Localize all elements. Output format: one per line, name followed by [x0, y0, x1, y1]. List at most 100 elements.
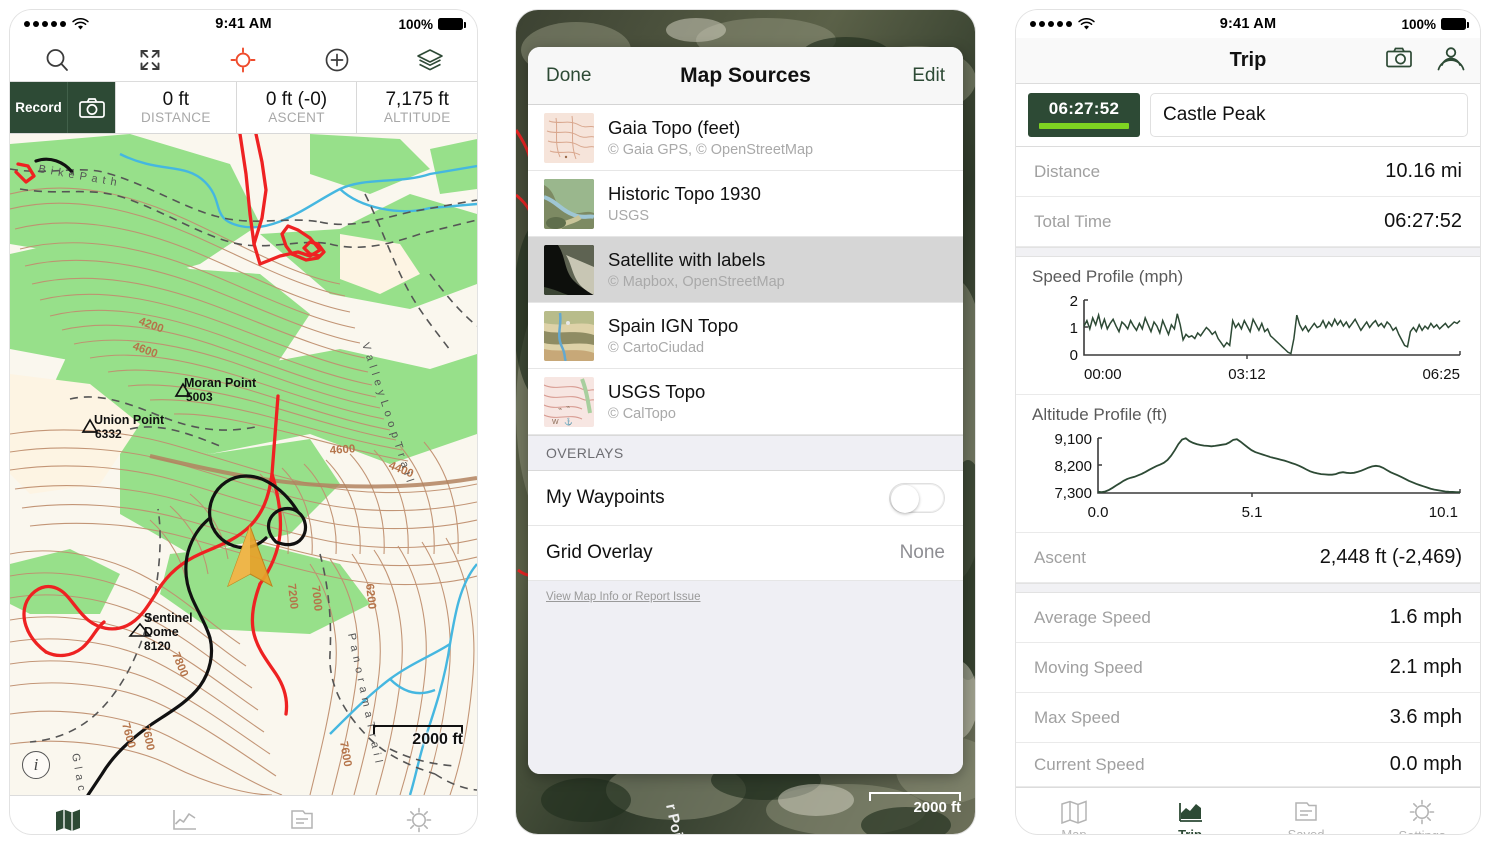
map-scale-bar: 2000 ft — [373, 725, 463, 749]
sidebar-item-settings[interactable]: Settings — [1364, 788, 1480, 834]
alt-ytick-bottom: 7,300 — [1054, 485, 1092, 502]
sheet-header: Done Map Sources Edit — [528, 47, 963, 105]
trip-header: 06:27:52 Castle Peak — [1016, 84, 1480, 147]
alt-xtick-mid: 5.1 — [1242, 504, 1263, 519]
stat-distance-label: DISTANCE — [141, 110, 211, 126]
overlay-row-grid[interactable]: Grid Overlay None — [528, 526, 963, 581]
record-button[interactable]: Record — [10, 82, 67, 133]
stat-ascent: 0 ft (-0) ASCENT — [235, 82, 357, 133]
source-attribution: USGS — [608, 208, 650, 224]
topo-map-canvas[interactable]: Moran Point 5003 Union Point 6332 Sentin… — [10, 134, 477, 795]
svg-text:⚓: ⚓ — [564, 417, 573, 426]
trip-navbar: Trip — [1016, 38, 1480, 84]
layers-icon[interactable] — [402, 40, 458, 80]
speed-ytick-1: 1 — [1070, 320, 1078, 337]
speed-xtick-start: 00:00 — [1084, 366, 1122, 381]
list-item-selected[interactable]: Satellite with labels © Mapbox, OpenStre… — [528, 237, 963, 303]
svg-text:Sentinel: Sentinel — [144, 611, 193, 625]
source-text: Historic Topo 1930 USGS — [608, 183, 761, 224]
page-title: Trip — [1229, 49, 1267, 71]
svg-text:Dome: Dome — [144, 625, 179, 639]
source-name: Satellite with labels — [608, 249, 766, 270]
stat-value: 0.0 mph — [1389, 753, 1462, 775]
locate-icon[interactable] — [215, 40, 271, 80]
speed-ytick-0: 0 — [1070, 347, 1078, 364]
speed-profile-chart[interactable]: Speed Profile (mph) 2 1 0 00:00 03:12 06… — [1016, 257, 1480, 395]
map-info-link[interactable]: View Map Info or Report Issue — [528, 581, 963, 613]
topo-map-graphic: Moran Point 5003 Union Point 6332 Sentin… — [10, 134, 477, 795]
list-item[interactable]: ⌁ ⌁ W ⚓ USGS Topo © CalTopo — [528, 369, 963, 435]
gear-icon — [406, 807, 431, 833]
stat-row-distance: Distance 10.16 mi — [1016, 147, 1480, 197]
stat-label: Moving Speed — [1034, 657, 1143, 677]
alt-xtick-end: 10.1 — [1429, 504, 1458, 519]
navbar-actions — [1384, 45, 1466, 76]
phone-map-screen: 9:41 AM 100% Record 0 ft DISTANCE 0 ft (… — [10, 10, 477, 834]
source-name: USGS Topo — [608, 381, 706, 402]
map-sources-sheet: Done Map Sources Edit Gaia Topo (feet) ©… — [528, 47, 963, 774]
stat-row-total-time: Total Time 06:27:52 — [1016, 197, 1480, 247]
done-button[interactable]: Done — [546, 65, 616, 87]
sidebar-item-trip[interactable]: Trip — [127, 796, 244, 834]
folder-icon — [291, 810, 313, 829]
source-thumbnail — [544, 310, 594, 361]
svg-text:⌁: ⌁ — [558, 406, 562, 413]
list-item[interactable]: Historic Topo 1930 USGS — [528, 171, 963, 237]
phone-map-sources-screen: r Point Rd Done Map Sources Edit — [516, 10, 975, 834]
list-item[interactable]: Gaia Topo (feet) © Gaia GPS, © OpenStree… — [528, 105, 963, 171]
list-item[interactable]: Spain IGN Topo © CartoCiudad — [528, 303, 963, 369]
gear-icon — [1409, 799, 1435, 825]
trip-name-input[interactable]: Castle Peak — [1150, 93, 1468, 137]
svg-text:⌁: ⌁ — [566, 404, 570, 411]
add-icon[interactable] — [309, 40, 365, 80]
map-icon — [1061, 800, 1087, 824]
search-icon[interactable] — [29, 40, 85, 80]
camera-icon[interactable] — [67, 82, 115, 133]
broadcast-icon[interactable] — [1436, 45, 1466, 76]
folder-icon — [1295, 802, 1317, 821]
svg-text:5003: 5003 — [186, 390, 213, 404]
speed-xtick-end: 06:25 — [1422, 366, 1460, 381]
sidebar-item-trip[interactable]: Trip — [1132, 788, 1248, 834]
stat-ascent-label: ASCENT — [268, 110, 325, 126]
overlay-row-waypoints[interactable]: My Waypoints — [528, 471, 963, 526]
overlays-section-header: OVERLAYS — [528, 435, 963, 471]
stat-label: Max Speed — [1034, 707, 1120, 727]
sidebar-item-map[interactable]: Map — [10, 796, 127, 834]
stat-altitude: 7,175 ft ALTITUDE — [356, 82, 477, 133]
stat-distance-value: 0 ft — [162, 88, 190, 110]
source-text: Spain IGN Topo © CartoCiudad — [608, 315, 738, 356]
stat-value: 06:27:52 — [1384, 210, 1462, 232]
sidebar-item-map[interactable]: Map — [1016, 788, 1132, 834]
sidebar-item-saved[interactable]: Saved — [244, 796, 361, 834]
screenshot-stage: 9:41 AM 100% Record 0 ft DISTANCE 0 ft (… — [0, 0, 1496, 844]
status-time: 9:41 AM — [1219, 16, 1277, 32]
sidebar-item-saved[interactable]: Saved — [1248, 788, 1364, 834]
my-waypoints-toggle[interactable] — [889, 483, 945, 513]
trip-timer-badge[interactable]: 06:27:52 — [1028, 93, 1140, 137]
camera-icon[interactable] — [1384, 45, 1414, 76]
source-name: Historic Topo 1930 — [608, 183, 761, 204]
chart-icon — [1179, 803, 1202, 822]
stat-label: Average Speed — [1034, 607, 1151, 627]
speed-chart-graphic: 2 1 0 00:00 03:12 06:25 — [1070, 293, 1461, 383]
map-info-button[interactable]: i — [22, 751, 50, 779]
stat-value: 1.6 mph — [1389, 606, 1462, 628]
battery-icon — [438, 18, 466, 30]
sidebar-item-settings[interactable]: Settings — [360, 796, 477, 834]
grid-overlay-value: None — [899, 542, 945, 563]
edit-button[interactable]: Edit — [875, 65, 945, 87]
stat-label: Distance — [1034, 161, 1101, 181]
fullscreen-icon[interactable] — [122, 40, 178, 80]
source-attribution: © Mapbox, OpenStreetMap — [608, 274, 785, 290]
tab-label-trip: Trip — [1178, 827, 1202, 834]
stat-ascent-value: 0 ft (-0) — [265, 88, 328, 110]
battery-icon — [1441, 18, 1469, 30]
stat-row-moving-speed: Moving Speed 2.1 mph — [1016, 643, 1480, 693]
stat-row-average-speed: Average Speed 1.6 mph — [1016, 593, 1480, 643]
stat-value: 2,448 ft (-2,469) — [1319, 546, 1462, 568]
altitude-profile-chart[interactable]: Altitude Profile (ft) 9,100 8,200 7,300 … — [1016, 395, 1480, 533]
stat-value: 2.1 mph — [1389, 656, 1462, 678]
status-time: 9:41 AM — [215, 16, 272, 32]
source-name: Spain IGN Topo — [608, 315, 739, 336]
